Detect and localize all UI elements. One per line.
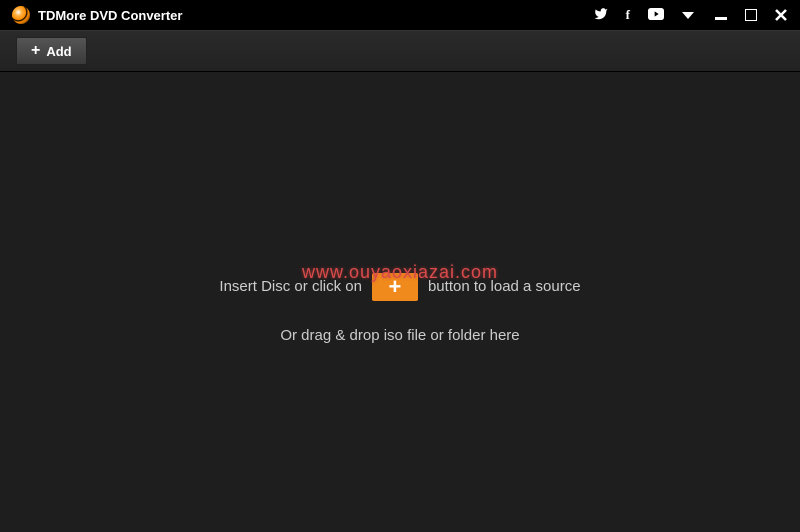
plus-icon: + <box>31 43 40 59</box>
add-button[interactable]: + Add <box>16 37 87 65</box>
title-left: TDMore DVD Converter <box>12 6 182 24</box>
load-source-button[interactable]: + <box>372 273 418 301</box>
maximize-icon[interactable] <box>744 8 758 22</box>
twitter-icon[interactable] <box>594 7 608 24</box>
dropdown-icon[interactable] <box>682 8 694 23</box>
window-controls <box>714 8 788 22</box>
main-drop-area[interactable]: www.ouyaoxiazai.com Insert Disc or click… <box>0 72 800 532</box>
instruction-before: Insert Disc or click on <box>219 278 362 295</box>
app-title: TDMore DVD Converter <box>38 8 182 23</box>
instruction-row: Insert Disc or click on + button to load… <box>219 273 580 301</box>
social-icons: f <box>594 7 694 24</box>
facebook-icon[interactable]: f <box>626 7 630 23</box>
titlebar: TDMore DVD Converter f <box>0 0 800 30</box>
close-icon[interactable] <box>774 8 788 22</box>
instruction-sub: Or drag & drop iso file or folder here <box>280 327 519 344</box>
add-button-label: Add <box>46 44 71 59</box>
app-logo-icon <box>12 6 30 24</box>
youtube-icon[interactable] <box>648 8 664 23</box>
title-right: f <box>594 7 788 24</box>
minimize-icon[interactable] <box>714 8 728 22</box>
toolbar: + Add <box>0 30 800 72</box>
instruction-after: button to load a source <box>428 278 581 295</box>
plus-icon: + <box>389 276 402 298</box>
